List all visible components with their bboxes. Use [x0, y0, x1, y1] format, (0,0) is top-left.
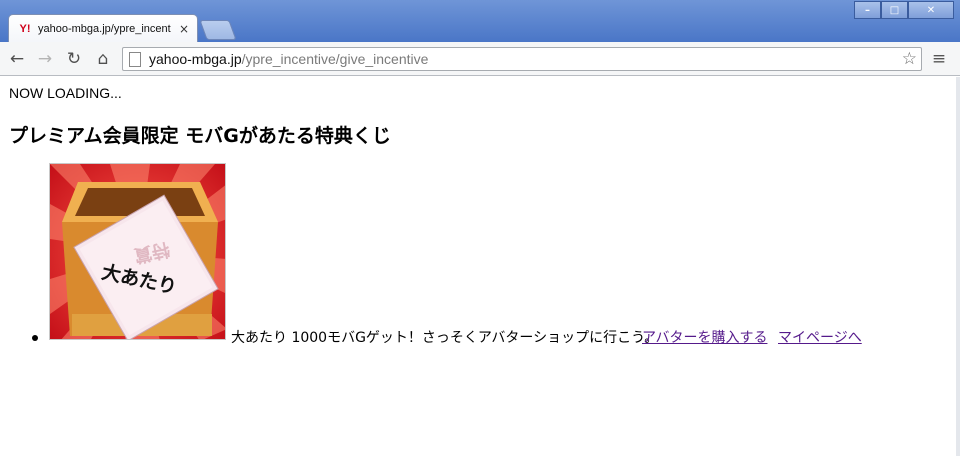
maximize-button[interactable]: □	[881, 1, 908, 19]
prize-box-illustration: 特賞 大あたり	[50, 164, 225, 339]
minimize-button[interactable]: –	[854, 1, 881, 19]
page-heading: プレミアム会員限定 モバGがあたる特典くじ	[9, 125, 391, 147]
address-bar[interactable]: yahoo-mbga.jp /ypre_incentive/give_incen…	[122, 47, 922, 71]
yahoo-favicon-icon: Y!	[19, 22, 31, 35]
url-host: yahoo-mbga.jp	[149, 51, 242, 67]
prize-image: 特賞 大あたり	[49, 163, 226, 340]
page-content: NOW LOADING... プレミアム会員限定 モバGがあたる特典くじ 特賞 …	[0, 77, 960, 456]
page-icon	[129, 51, 141, 67]
browser-toolbar: ← → ↻ ⌂ yahoo-mbga.jp /ypre_incentive/gi…	[0, 42, 960, 76]
loading-text: NOW LOADING...	[9, 85, 122, 101]
window-controls: – □ ✕	[854, 1, 954, 19]
tab-close-icon[interactable]: ×	[177, 22, 191, 36]
bookmark-star-icon[interactable]: ☆	[902, 49, 917, 69]
tab-title: yahoo-mbga.jp/ypre_incent	[38, 22, 171, 35]
window-titlebar: Y! yahoo-mbga.jp/ypre_incent × – □ ✕	[0, 0, 960, 42]
url-path: /ypre_incentive/give_incentive	[241, 51, 429, 67]
prize-description: 大あたり 1000モバGゲット！さっそくアバターショップに行こう。	[231, 330, 659, 346]
back-button[interactable]: ←	[6, 49, 28, 69]
chrome-menu-icon[interactable]: ≡	[928, 49, 950, 69]
close-window-button[interactable]: ✕	[908, 1, 954, 19]
my-page-link[interactable]: マイページへ	[778, 327, 862, 347]
browser-tab[interactable]: Y! yahoo-mbga.jp/ypre_incent ×	[8, 14, 198, 42]
list-bullet	[32, 335, 38, 341]
new-tab-button[interactable]	[199, 20, 237, 40]
buy-avatar-link[interactable]: アバターを購入する	[642, 327, 767, 347]
forward-button[interactable]: →	[34, 49, 56, 69]
home-button[interactable]: ⌂	[92, 49, 114, 69]
window-right-edge	[956, 77, 960, 456]
reload-button[interactable]: ↻	[63, 49, 85, 69]
